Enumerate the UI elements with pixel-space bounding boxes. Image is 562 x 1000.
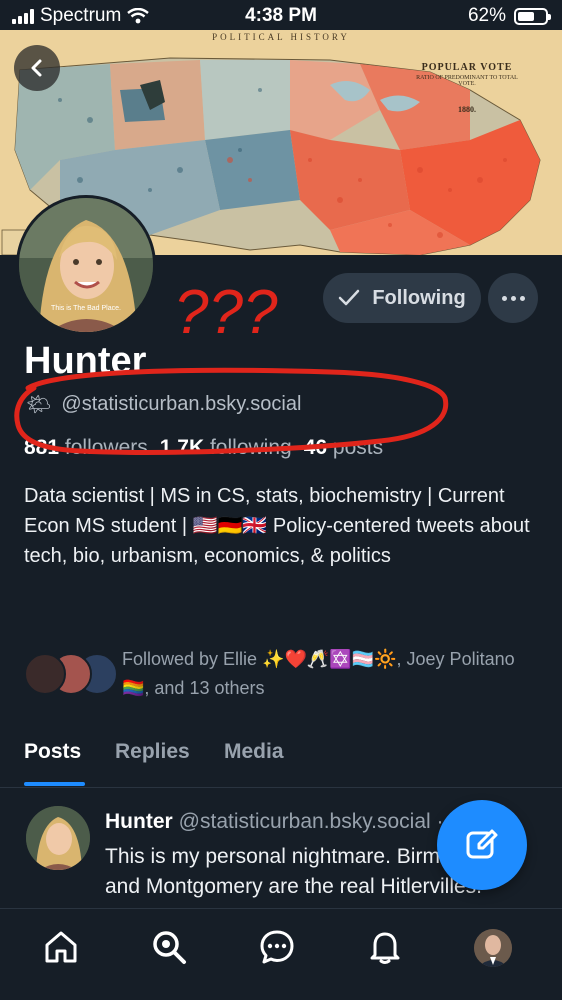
post-author-avatar[interactable]: [26, 806, 90, 870]
post-author-handle: @statisticurban.bsky.social · 1m: [178, 810, 479, 833]
status-right: 62%: [467, 5, 551, 27]
follower-avatar: [24, 653, 66, 695]
posts-count: 46: [303, 436, 328, 459]
legend-year: 1880.: [458, 105, 476, 114]
checkmark-icon: [339, 289, 360, 306]
followers-stat[interactable]: 881 followers: [24, 436, 148, 460]
nav-profile-avatar[interactable]: [474, 929, 512, 967]
banner-header-text: POLITICAL HISTORY: [212, 32, 350, 42]
post-author-name[interactable]: Hunter: [105, 810, 173, 833]
legend-title: POPULAR VOTE: [421, 62, 513, 73]
posts-stat: 46 posts: [304, 436, 383, 460]
following-count: 1.7K: [159, 436, 205, 459]
battery-icon: [514, 7, 551, 25]
chevron-left-icon: [31, 59, 42, 77]
profile-handle: @statisticurban.bsky.social: [61, 393, 302, 415]
legend-subtitle: RATIO OF PREDOMINANT TO TOTAL VOTE.: [416, 75, 518, 87]
posts-label: posts: [332, 436, 384, 459]
ellipsis-icon: [501, 295, 507, 301]
sun-icon: 🌤: [26, 394, 52, 416]
own-avatar-image: [474, 929, 512, 967]
back-button[interactable]: [14, 45, 60, 91]
active-tab-indicator: [24, 782, 85, 786]
banner-legend: POPULAR VOTE RATIO OF PREDOMINANT TO TOT…: [412, 62, 522, 114]
following-button[interactable]: Following: [323, 273, 481, 323]
nav-messages[interactable]: [257, 927, 297, 967]
followers-count: 881: [24, 436, 60, 459]
profile-name: Hunter: [24, 340, 147, 382]
nav-notifications[interactable]: [365, 927, 405, 967]
following-label: following: [209, 436, 292, 459]
post-header: Hunter @statisticurban.bsky.social · 1m: [105, 810, 479, 834]
nav-home[interactable]: [41, 927, 81, 967]
handle-row: 🌤 @statisticurban.bsky.social: [26, 392, 301, 417]
bottom-navigation: [0, 908, 562, 1000]
following-button-label: Following: [372, 286, 466, 309]
chat-icon: [260, 930, 294, 964]
following-stat[interactable]: 1.7K following: [160, 436, 292, 460]
followed-by-row[interactable]: Followed by Ellie ✨❤️🥂✡️🏳️‍⚧️🔆, Joey Pol…: [24, 645, 544, 705]
search-icon: [153, 931, 186, 964]
profile-bio: Data scientist | MS in CS, stats, bioche…: [24, 485, 530, 567]
battery-percent: 62%: [467, 5, 506, 26]
tab-posts[interactable]: Posts: [24, 740, 81, 764]
compose-button[interactable]: [437, 800, 527, 890]
more-options-button[interactable]: [488, 273, 538, 323]
followed-by-text: Followed by Ellie ✨❤️🥂✡️🏳️‍⚧️🔆, Joey Pol…: [122, 649, 515, 698]
bell-icon: [370, 932, 400, 964]
status-bar: Spectrum 4:38 PM 62%: [0, 0, 562, 30]
post-avatar-image: [26, 806, 90, 870]
followers-label: followers: [64, 436, 148, 459]
profile-stats: 881 followers 1.7K following 46 posts: [24, 436, 383, 460]
nav-search[interactable]: [149, 927, 189, 967]
avatar-caption: This is The Bad Place.: [51, 305, 121, 312]
question-marks-annotation: ???: [174, 278, 278, 347]
profile-avatar[interactable]: This is The Bad Place.: [16, 195, 156, 335]
profile-tabs: Posts Replies Media: [0, 738, 562, 788]
compose-icon: [466, 829, 498, 859]
home-icon: [45, 931, 77, 963]
tab-replies[interactable]: Replies: [115, 740, 190, 764]
tab-media[interactable]: Media: [224, 740, 284, 764]
